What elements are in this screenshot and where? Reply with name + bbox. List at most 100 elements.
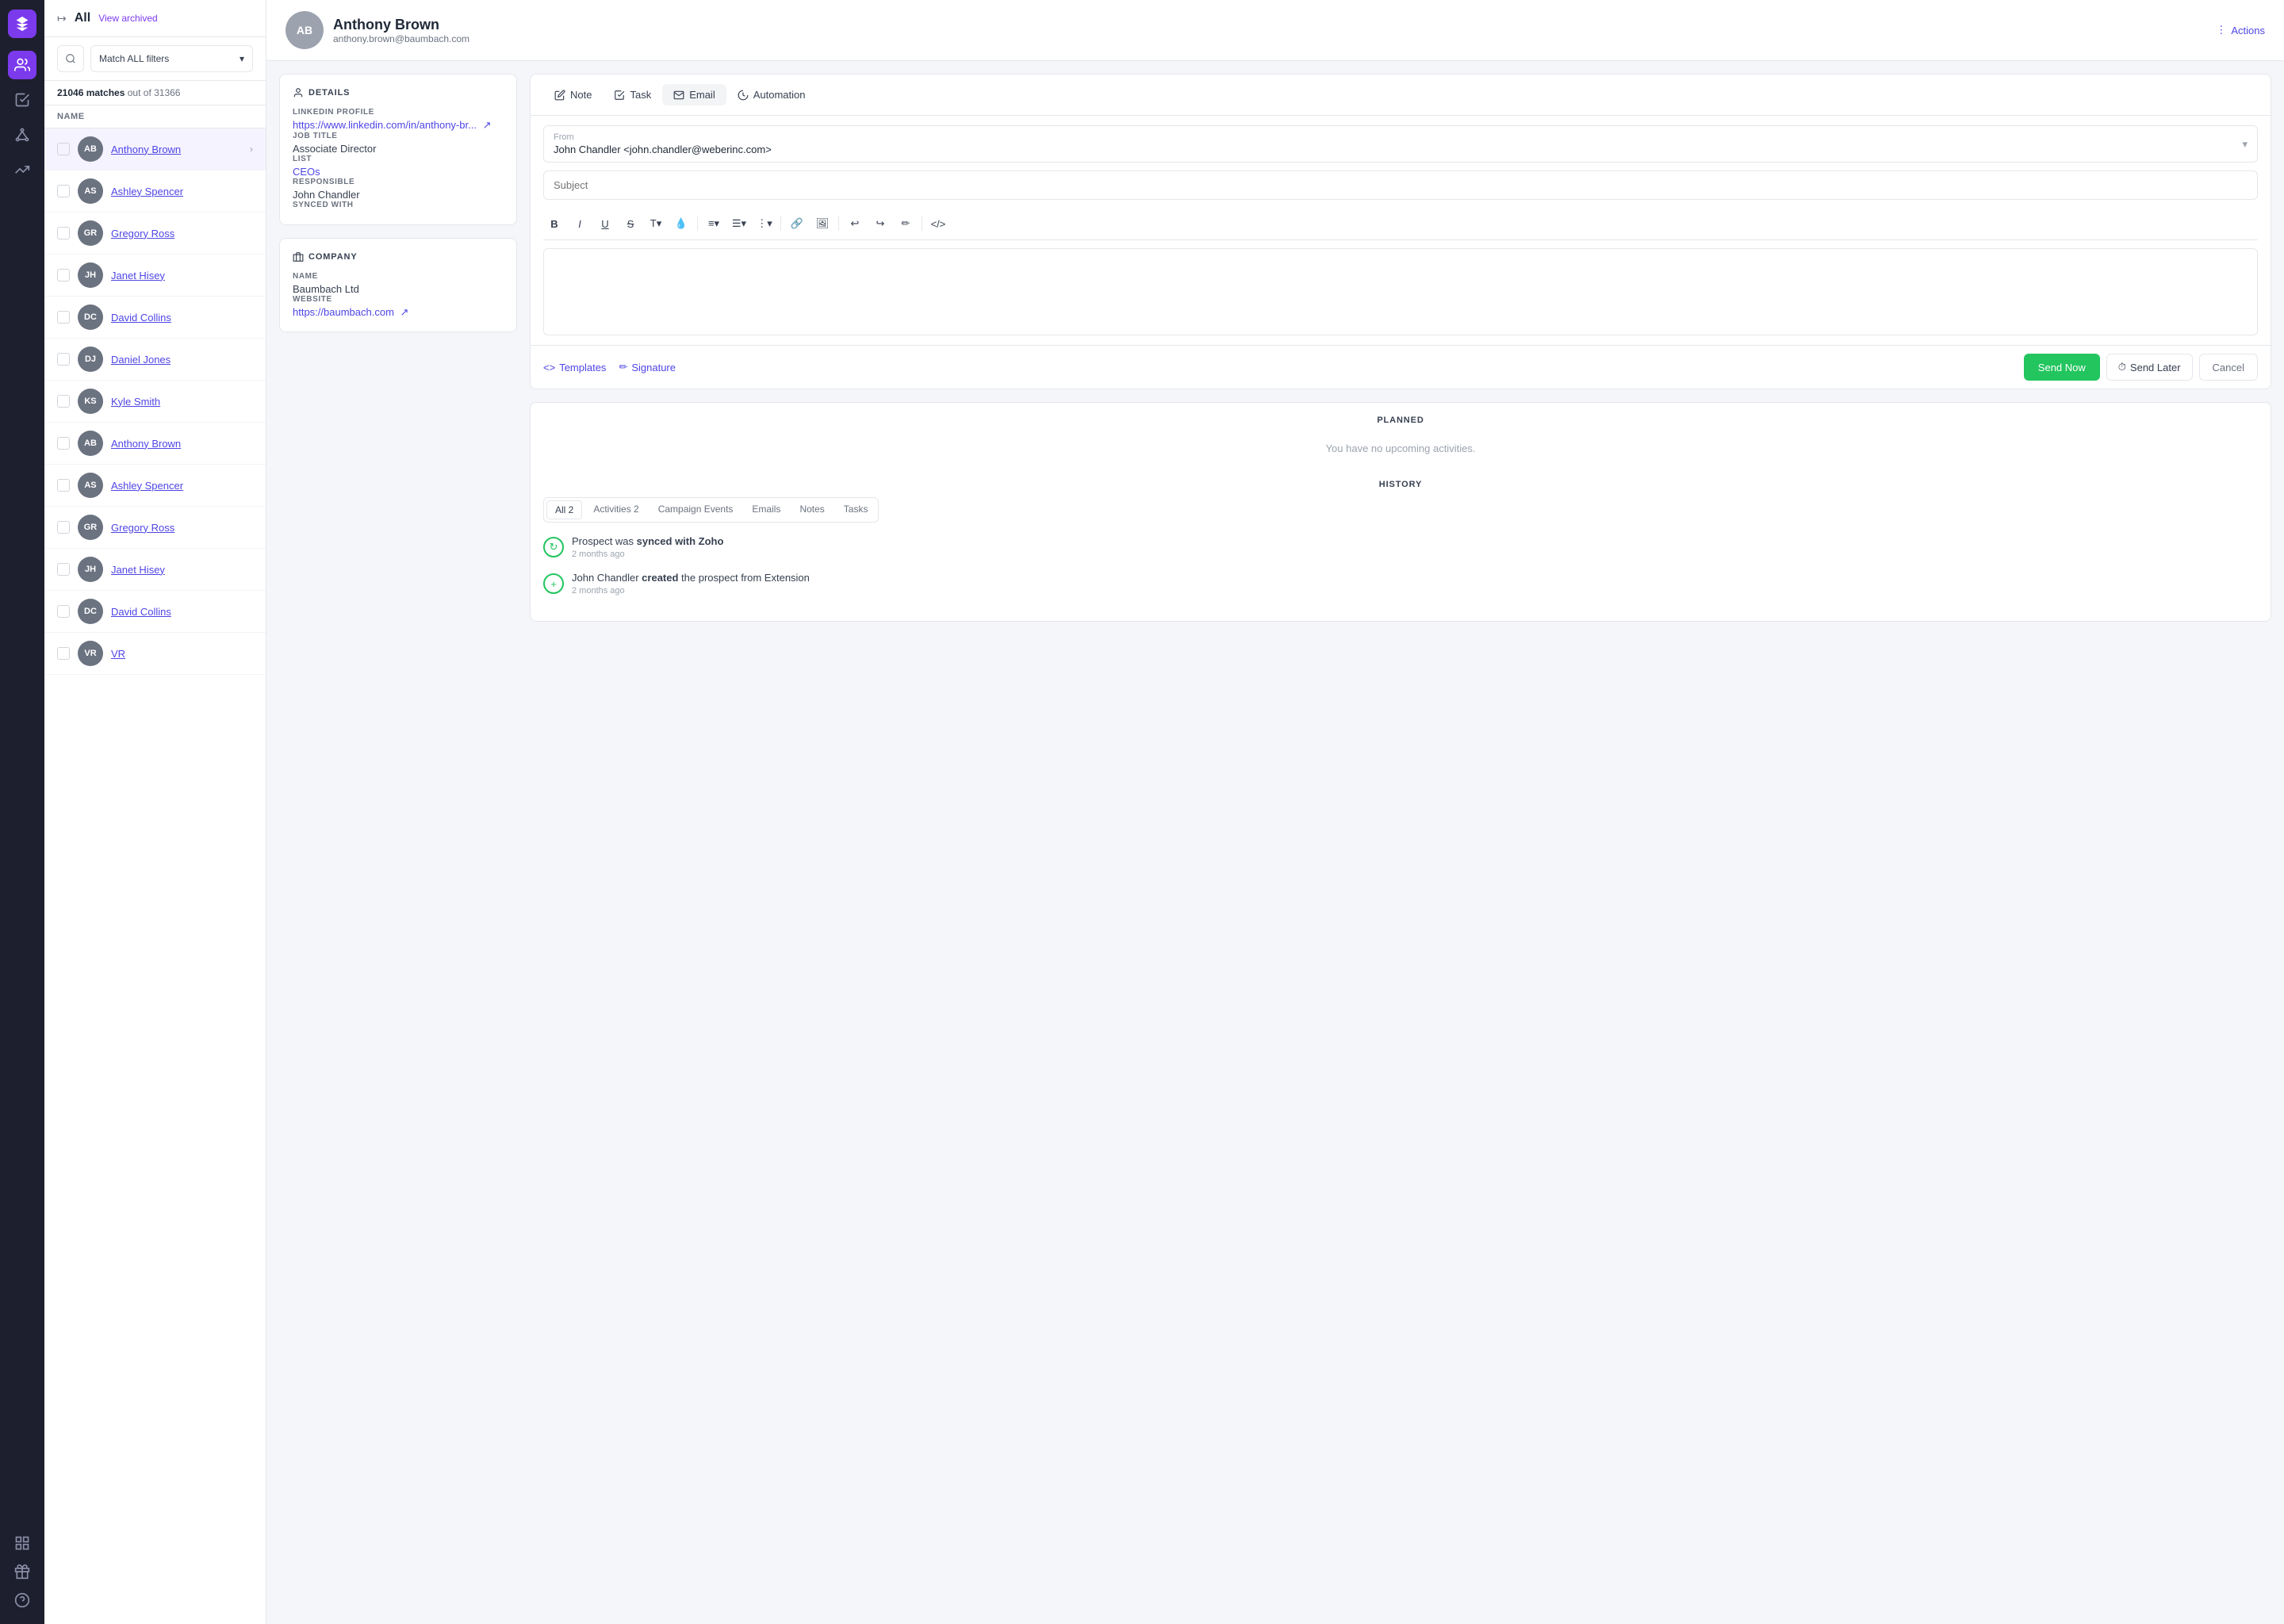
code-button[interactable]: </>: [927, 213, 949, 235]
align-button[interactable]: ≡▾: [703, 213, 725, 235]
clear-format-button[interactable]: ✏: [895, 213, 917, 235]
dropdown-icon[interactable]: ▾: [2242, 138, 2248, 151]
list-button[interactable]: ☰▾: [728, 213, 750, 235]
contact-name[interactable]: Ashley Spencer: [111, 186, 183, 197]
contact-name[interactable]: David Collins: [111, 606, 171, 618]
contact-checkbox[interactable]: [57, 605, 70, 618]
contact-checkbox[interactable]: [57, 479, 70, 492]
list-item[interactable]: GR Gregory Ross: [44, 213, 266, 255]
nav-analytics[interactable]: [8, 155, 36, 184]
contact-name[interactable]: Gregory Ross: [111, 228, 174, 239]
actions-button[interactable]: ⋮ Actions: [2216, 24, 2265, 36]
list-item[interactable]: AS Ashley Spencer: [44, 465, 266, 507]
contact-name[interactable]: Daniel Jones: [111, 354, 171, 366]
contact-checkbox[interactable]: [57, 227, 70, 239]
linkedin-field: LINKEDIN PROFILE https://www.linkedin.co…: [293, 108, 504, 132]
contact-checkbox[interactable]: [57, 185, 70, 197]
contact-name[interactable]: David Collins: [111, 312, 171, 324]
email-editor-area[interactable]: [543, 248, 2258, 335]
strikethrough-button[interactable]: S: [619, 213, 642, 235]
nav-tasks[interactable]: [8, 86, 36, 114]
history-tab[interactable]: Campaign Events: [650, 500, 742, 519]
cancel-button[interactable]: Cancel: [2199, 354, 2258, 381]
italic-button[interactable]: I: [569, 213, 591, 235]
search-button[interactable]: [57, 45, 84, 72]
contact-checkbox[interactable]: [57, 353, 70, 366]
list-item[interactable]: KS Kyle Smith: [44, 381, 266, 423]
templates-button[interactable]: <> Templates: [543, 361, 606, 373]
contact-name[interactable]: VR: [111, 648, 125, 660]
subject-input[interactable]: [543, 170, 2258, 200]
contact-name[interactable]: Kyle Smith: [111, 396, 160, 408]
from-label: From: [554, 132, 772, 142]
dots-icon: ⋮: [2216, 24, 2226, 36]
contact-checkbox[interactable]: [57, 647, 70, 660]
tab-note[interactable]: Note: [543, 84, 603, 105]
tab-automation[interactable]: Automation: [726, 84, 817, 105]
website-link[interactable]: https://baumbach.com: [293, 306, 394, 318]
nav-help[interactable]: [8, 1586, 36, 1614]
indent-button[interactable]: ⋮▾: [753, 213, 776, 235]
company-card: COMPANY NAME Baumbach Ltd WEBSITE https:…: [279, 238, 517, 332]
nav-contacts[interactable]: [8, 51, 36, 79]
contact-name[interactable]: Janet Hisey: [111, 564, 165, 576]
send-now-button[interactable]: Send Now: [2024, 354, 2100, 381]
contact-avatar-large: AB: [286, 11, 324, 49]
list-item[interactable]: DC David Collins: [44, 591, 266, 633]
email-footer: <> Templates ✏ Signature Send Now ⏱ Send…: [531, 345, 2271, 389]
contact-checkbox[interactable]: [57, 311, 70, 324]
app-logo[interactable]: [8, 10, 36, 38]
contact-name[interactable]: Gregory Ross: [111, 522, 174, 534]
contact-checkbox[interactable]: [57, 563, 70, 576]
timeline-text: John Chandler created the prospect from …: [572, 572, 810, 584]
toolbar-separator-3: [838, 216, 839, 231]
nav-apps[interactable]: [8, 1529, 36, 1557]
text-style-button[interactable]: T▾: [645, 213, 667, 235]
contact-checkbox[interactable]: [57, 521, 70, 534]
contact-name[interactable]: Anthony Brown: [111, 144, 181, 155]
timeline-item: + John Chandler created the prospect fro…: [543, 572, 2258, 596]
nav-network[interactable]: [8, 121, 36, 149]
image-button[interactable]: 🖼: [811, 213, 834, 235]
history-tab[interactable]: All 2: [546, 500, 582, 519]
contact-checkbox[interactable]: [57, 143, 70, 155]
bold-button[interactable]: B: [543, 213, 565, 235]
company-name-label: NAME: [293, 272, 504, 281]
view-archived-link[interactable]: View archived: [98, 13, 157, 24]
signature-button[interactable]: ✏ Signature: [619, 361, 676, 373]
list-item[interactable]: DJ Daniel Jones: [44, 339, 266, 381]
toolbar-separator-2: [780, 216, 781, 231]
list-item[interactable]: DC David Collins: [44, 297, 266, 339]
linkedin-link[interactable]: https://www.linkedin.com/in/anthony-br..…: [293, 119, 477, 131]
list-item[interactable]: AB Anthony Brown: [44, 423, 266, 465]
list-item[interactable]: JH Janet Hisey: [44, 255, 266, 297]
history-tab[interactable]: Tasks: [836, 500, 876, 519]
list-item[interactable]: JH Janet Hisey: [44, 549, 266, 591]
history-tab[interactable]: Emails: [744, 500, 788, 519]
contact-checkbox[interactable]: [57, 269, 70, 282]
linkedin-label: LINKEDIN PROFILE: [293, 108, 504, 117]
contact-name[interactable]: Anthony Brown: [111, 438, 181, 450]
history-tab[interactable]: Activities 2: [585, 500, 646, 519]
tab-email[interactable]: Email: [662, 84, 726, 105]
text-color-button[interactable]: 💧: [670, 213, 692, 235]
redo-button[interactable]: ↪: [869, 213, 891, 235]
list-item[interactable]: GR Gregory Ross: [44, 507, 266, 549]
company-card-title: COMPANY: [293, 251, 504, 262]
filter-button[interactable]: Match ALL filters ▾: [90, 45, 253, 72]
undo-button[interactable]: ↩: [844, 213, 866, 235]
list-item[interactable]: AS Ashley Spencer: [44, 170, 266, 213]
list-item[interactable]: VR VR: [44, 633, 266, 675]
website-external-icon: ↗: [400, 306, 409, 318]
send-later-button[interactable]: ⏱ Send Later: [2106, 354, 2193, 381]
list-item[interactable]: AB Anthony Brown ›: [44, 128, 266, 170]
tab-task[interactable]: Task: [603, 84, 662, 105]
contact-checkbox[interactable]: [57, 395, 70, 408]
history-tab[interactable]: Notes: [791, 500, 832, 519]
underline-button[interactable]: U: [594, 213, 616, 235]
nav-campaigns[interactable]: [8, 1557, 36, 1586]
link-button[interactable]: 🔗: [786, 213, 808, 235]
contact-checkbox[interactable]: [57, 437, 70, 450]
contact-name[interactable]: Ashley Spencer: [111, 480, 183, 492]
contact-name[interactable]: Janet Hisey: [111, 270, 165, 282]
